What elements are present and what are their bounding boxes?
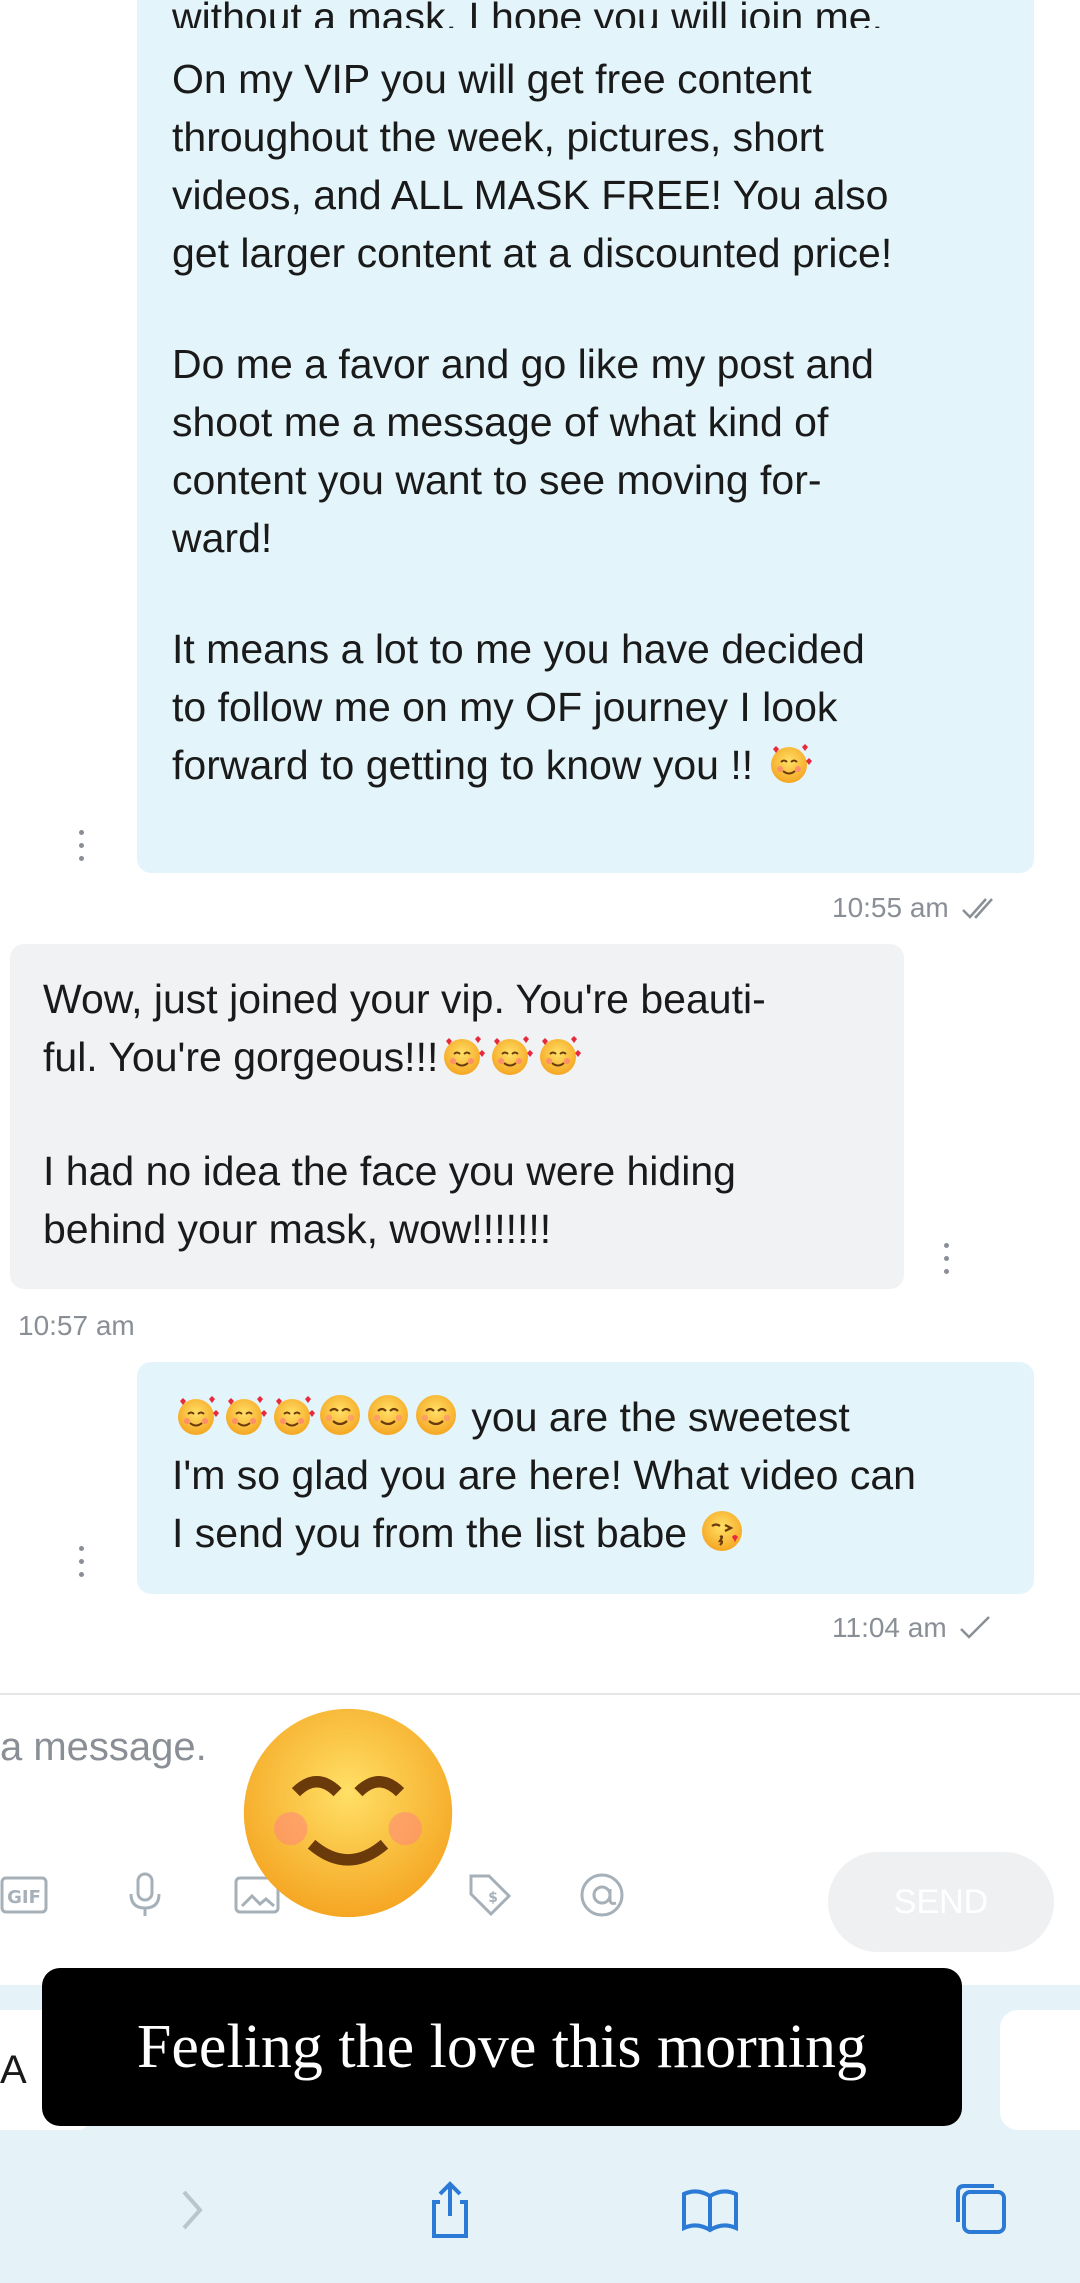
message-text: Wow, just joined your vip. You're beauti… [43, 976, 766, 1080]
smiling-face-with-hearts-icon [486, 1031, 534, 1079]
message-timestamp: 10:55 am [832, 892, 1003, 924]
message-text-partial: without a mask, I hope you will join me. [172, 0, 883, 28]
check-icon [959, 1616, 990, 1639]
timestamp-text: 10:57 am [18, 1310, 135, 1341]
face-blowing-kiss-icon [698, 1507, 746, 1555]
message-options-icon[interactable] [79, 830, 87, 861]
caption-text: Feeling the love this morning [136, 2012, 868, 2081]
share-icon[interactable] [418, 2178, 482, 2242]
svg-text:$: $ [488, 1890, 498, 1906]
incoming-message-bubble: Wow, just joined your vip. You're beauti… [10, 944, 904, 1289]
mention-icon[interactable] [577, 1870, 627, 1920]
message-paragraph: On my VIP you will get free content thro… [172, 56, 893, 276]
tabs-icon[interactable] [950, 2178, 1014, 2242]
message-options-icon[interactable] [944, 1243, 952, 1274]
send-button[interactable]: SEND [828, 1852, 1054, 1952]
bookmarks-icon[interactable] [678, 2178, 742, 2242]
browser-tab-preview[interactable] [1000, 2010, 1080, 2130]
gif-icon[interactable]: GIF [0, 1870, 50, 1920]
svg-text:GIF: GIF [7, 1887, 41, 1908]
outgoing-message-bubble: without a mask, I hope you will join me.… [137, 0, 1034, 873]
smiling-face-with-hearts-icon [438, 1031, 486, 1079]
message-input[interactable]: a message. [0, 1725, 207, 1770]
message-timestamp: 11:04 am [832, 1612, 993, 1644]
message-paragraph: I'm so glad you are here! What video can… [172, 1446, 916, 1562]
composer-divider [0, 1693, 1080, 1695]
timestamp-text: 10:55 am [832, 892, 949, 923]
message-paragraph: you are the sweetest [172, 1388, 850, 1446]
smiling-face-with-hearts-icon [534, 1031, 582, 1079]
message-options-icon[interactable] [79, 1546, 87, 1577]
smiling-face-with-hearts-icon [268, 1391, 316, 1439]
message-timestamp: 10:57 am [18, 1310, 135, 1342]
send-button-label: SEND [893, 1882, 989, 1921]
double-check-icon [961, 898, 993, 919]
timestamp-text: 11:04 am [832, 1612, 947, 1643]
smiling-face-icon [364, 1391, 412, 1439]
smiling-face-icon [412, 1391, 460, 1439]
message-paragraph: It means a lot to me you have decided to… [172, 620, 865, 794]
message-text: It means a lot to me you have decided to… [172, 626, 865, 788]
message-text: I'm so glad you are here! What video can… [172, 1452, 916, 1556]
microphone-icon[interactable] [120, 1870, 170, 1920]
smiling-face-with-hearts-icon [220, 1391, 268, 1439]
message-paragraph: I had no idea the face you were hiding b… [43, 1148, 736, 1252]
outgoing-message-bubble: you are the sweetest I'm so glad you are… [137, 1362, 1034, 1594]
message-paragraph: Wow, just joined your vip. You're beauti… [43, 970, 766, 1086]
smiling-face-icon [316, 1391, 364, 1439]
message-input-placeholder: a message. [0, 1725, 207, 1769]
message-text: you are the sweetest [460, 1394, 850, 1440]
message-paragraph: Do me a favor and go like my post and sh… [172, 341, 874, 561]
smiling-face-with-hearts-icon [172, 1391, 220, 1439]
forward-icon[interactable] [160, 2178, 224, 2242]
smiling-face-emoji-sticker [223, 1688, 473, 1938]
browser-address-text: A [0, 2047, 27, 2092]
smiling-face-with-hearts-icon [765, 739, 813, 787]
story-caption: Feeling the love this morning [42, 1968, 962, 2126]
